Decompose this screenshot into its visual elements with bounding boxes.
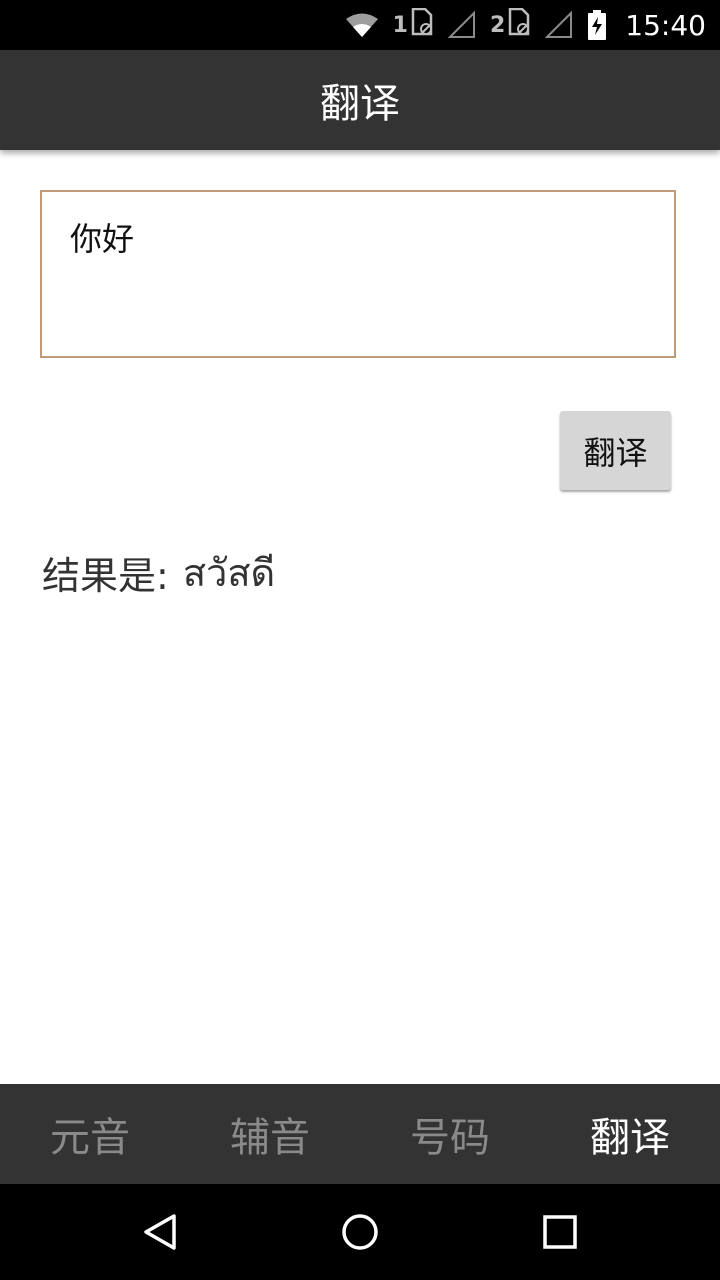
result-value: สวัสดี bbox=[182, 551, 276, 595]
sim2-icon bbox=[507, 7, 531, 42]
app-bar: 翻译 bbox=[0, 50, 720, 150]
tab-translate[interactable]: 翻译 bbox=[540, 1084, 720, 1184]
recents-icon[interactable] bbox=[540, 1212, 580, 1252]
sim1-label: 1 bbox=[392, 12, 408, 38]
wifi-icon bbox=[345, 12, 379, 38]
translate-button[interactable]: 翻译 bbox=[560, 411, 671, 490]
result-row: 结果是: สวัสดี bbox=[42, 542, 275, 603]
tab-vowels[interactable]: 元音 bbox=[0, 1084, 180, 1184]
page-title: 翻译 bbox=[320, 81, 400, 127]
battery-charging-icon bbox=[587, 10, 607, 40]
signal-icon bbox=[545, 11, 573, 39]
tab-consonants[interactable]: 辅音 bbox=[180, 1084, 360, 1184]
back-icon[interactable] bbox=[140, 1212, 180, 1252]
home-icon[interactable] bbox=[340, 1212, 380, 1252]
status-time: 15:40 bbox=[625, 8, 706, 42]
translate-input[interactable]: 你好 bbox=[40, 190, 676, 358]
signal-icon bbox=[447, 11, 476, 39]
bottom-tab-bar: 元音 辅音 号码 翻译 bbox=[0, 1084, 720, 1184]
sim1-indicator: 1 bbox=[392, 7, 434, 42]
tab-numbers[interactable]: 号码 bbox=[360, 1084, 540, 1184]
navigation-bar bbox=[0, 1184, 720, 1280]
sim2-label: 2 bbox=[489, 12, 506, 38]
result-label: 结果是: bbox=[42, 554, 169, 598]
status-bar: 1 2 15:40 bbox=[0, 0, 720, 50]
sim2-indicator: 2 bbox=[489, 7, 531, 42]
sim1-icon bbox=[410, 7, 434, 42]
